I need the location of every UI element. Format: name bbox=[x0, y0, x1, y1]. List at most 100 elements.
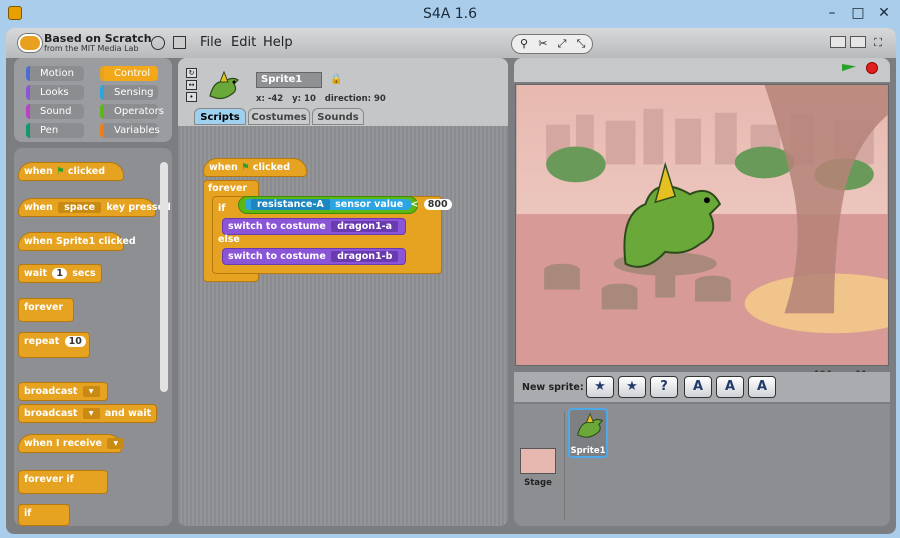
category-motion[interactable]: Motion bbox=[26, 66, 84, 81]
small-stage-icon[interactable] bbox=[830, 36, 846, 48]
category-looks[interactable]: Looks bbox=[26, 85, 84, 100]
category-variables[interactable]: Variables bbox=[100, 123, 160, 138]
costume-a-dropdown[interactable]: dragon1-a bbox=[331, 221, 399, 232]
wait-input[interactable]: 1 bbox=[52, 268, 67, 279]
x-value: -42 bbox=[267, 94, 284, 104]
close-button[interactable]: ✕ bbox=[872, 4, 896, 22]
block-forever[interactable]: forever bbox=[18, 298, 74, 322]
choose-sprite-file-button[interactable]: ★ bbox=[618, 376, 646, 398]
block-when-sprite-clicked[interactable]: when Sprite1 clicked bbox=[18, 232, 136, 251]
direction-label: direction: bbox=[324, 94, 372, 104]
category-control[interactable]: Control bbox=[100, 66, 158, 81]
presentation-icon[interactable]: ⛶ bbox=[870, 36, 886, 50]
maximize-button[interactable]: □ bbox=[846, 4, 870, 22]
rotate-style-icon[interactable]: ↻ bbox=[186, 68, 197, 78]
scissors-icon[interactable]: ✂ bbox=[535, 37, 551, 51]
palette-scrollbar[interactable] bbox=[160, 162, 168, 392]
sensor-value-block[interactable]: resistance-A sensor value bbox=[245, 199, 411, 210]
stage-thumbnail[interactable] bbox=[520, 448, 556, 474]
block-broadcast[interactable]: broadcast ▾ bbox=[18, 382, 108, 401]
tool-bar: ⚲ ✂ ⤢ ⤡ bbox=[511, 34, 593, 54]
block-text: clicked bbox=[67, 166, 105, 177]
direction-value: 90 bbox=[374, 94, 386, 104]
block-text: switch to costume bbox=[228, 221, 326, 232]
stop-icon[interactable] bbox=[866, 62, 878, 74]
category-pen[interactable]: Pen bbox=[26, 123, 84, 138]
tab-scripts[interactable]: Scripts bbox=[194, 108, 246, 125]
tab-sounds[interactable]: Sounds bbox=[312, 108, 364, 125]
block-forever-if[interactable]: forever if bbox=[18, 470, 108, 494]
stage-canvas[interactable] bbox=[515, 84, 889, 366]
sprite-coords: x: -42 y: 10 direction: 90 bbox=[256, 94, 386, 104]
key-dropdown[interactable]: space bbox=[58, 202, 102, 213]
broadcast-dropdown[interactable]: ▾ bbox=[82, 386, 100, 397]
menu-edit[interactable]: Edit bbox=[231, 35, 256, 50]
block-when-i-receive[interactable]: when I receive ▾ bbox=[18, 434, 125, 453]
category-panel: Motion Control Looks Sensing Sound Opera… bbox=[14, 58, 172, 142]
library-divider bbox=[564, 412, 565, 520]
block-text: when bbox=[24, 166, 53, 177]
lt-symbol: < bbox=[410, 199, 419, 210]
x-label: x: bbox=[256, 94, 265, 104]
costume-b-dropdown[interactable]: dragon1-b bbox=[331, 251, 399, 262]
if-label: if bbox=[218, 203, 226, 214]
new-sprite-bar: New sprite: ★ ★ ? A A A bbox=[514, 372, 890, 402]
block-if[interactable]: if bbox=[18, 504, 70, 526]
green-flag-icon: ⚑ bbox=[241, 162, 250, 173]
scratch-logo-icon bbox=[18, 34, 42, 52]
block-palette: when ⚑ clicked when space key pressed wh… bbox=[14, 148, 172, 526]
block-broadcast-wait[interactable]: broadcast ▾ and wait bbox=[18, 404, 158, 423]
sensor-dropdown[interactable]: resistance-A bbox=[251, 199, 330, 210]
block-text: switch to costume bbox=[228, 251, 326, 262]
shrink-icon[interactable]: ⤡ bbox=[573, 37, 589, 51]
block-text: broadcast bbox=[24, 386, 78, 397]
switch-costume-block-a[interactable]: switch to costume dragon1-a bbox=[222, 218, 407, 235]
y-label: y: bbox=[292, 94, 302, 104]
no-rotate-icon[interactable]: • bbox=[186, 92, 197, 102]
threshold-input[interactable]: 800 bbox=[423, 199, 452, 210]
normal-stage-icon[interactable] bbox=[850, 36, 866, 48]
category-operators[interactable]: Operators bbox=[100, 104, 164, 119]
category-sound[interactable]: Sound bbox=[26, 104, 84, 119]
green-flag-icon: ⚑ bbox=[56, 166, 65, 177]
add-arduino-sprite-2-button[interactable]: A bbox=[716, 376, 744, 398]
add-arduino-sprite-3-button[interactable]: A bbox=[748, 376, 776, 398]
menu-bar: Based on Scratch from the MIT Media Lab … bbox=[6, 28, 896, 58]
minimize-button[interactable]: – bbox=[820, 4, 844, 22]
paint-new-sprite-button[interactable]: ★ bbox=[586, 376, 614, 398]
save-disk-icon[interactable] bbox=[173, 36, 186, 49]
block-when-flag-clicked[interactable]: when ⚑ clicked bbox=[18, 162, 124, 181]
block-when-key-pressed[interactable]: when space key pressed bbox=[18, 198, 171, 217]
receive-dropdown[interactable]: ▾ bbox=[107, 438, 125, 449]
block-text: sensor value bbox=[335, 199, 404, 210]
sprite1-thumbnail-icon bbox=[577, 412, 604, 438]
y-value: 10 bbox=[304, 94, 316, 104]
less-than-operator[interactable]: resistance-A sensor value < 800 bbox=[238, 196, 452, 214]
grow-icon[interactable]: ⤢ bbox=[554, 37, 570, 51]
random-sprite-button[interactable]: ? bbox=[650, 376, 678, 398]
lock-icon[interactable]: 🔒 bbox=[330, 74, 342, 85]
stage-bar bbox=[514, 58, 890, 82]
add-arduino-sprite-button[interactable]: A bbox=[684, 376, 712, 398]
stamp-icon[interactable]: ⚲ bbox=[516, 37, 532, 51]
switch-costume-block-b[interactable]: switch to costume dragon1-b bbox=[222, 248, 407, 265]
sprite-thumbnail-dragon bbox=[209, 70, 239, 100]
menu-help[interactable]: Help bbox=[263, 35, 293, 50]
block-wait[interactable]: wait 1 secs bbox=[18, 264, 102, 283]
window-title: S4A 1.6 bbox=[422, 6, 478, 22]
block-text: and wait bbox=[104, 408, 152, 419]
window: S4A 1.6 – □ ✕ Based on Scratch from the … bbox=[0, 0, 900, 538]
repeat-input[interactable]: 10 bbox=[64, 336, 86, 347]
tab-costumes[interactable]: Costumes bbox=[248, 108, 310, 125]
broadcast-wait-dropdown[interactable]: ▾ bbox=[82, 408, 100, 419]
menu-file[interactable]: File bbox=[200, 35, 222, 50]
script-when-flag-clicked[interactable]: when ⚑ clicked bbox=[203, 158, 307, 177]
block-text: when bbox=[24, 202, 53, 213]
globe-icon[interactable] bbox=[151, 36, 165, 50]
block-text: repeat bbox=[24, 336, 60, 347]
flip-style-icon[interactable]: ↔ bbox=[186, 80, 197, 90]
category-sensing[interactable]: Sensing bbox=[100, 85, 158, 100]
sprite-name-field[interactable]: Sprite1 bbox=[256, 72, 322, 88]
block-repeat[interactable]: repeat 10 bbox=[18, 332, 90, 358]
block-text: when bbox=[209, 162, 238, 173]
